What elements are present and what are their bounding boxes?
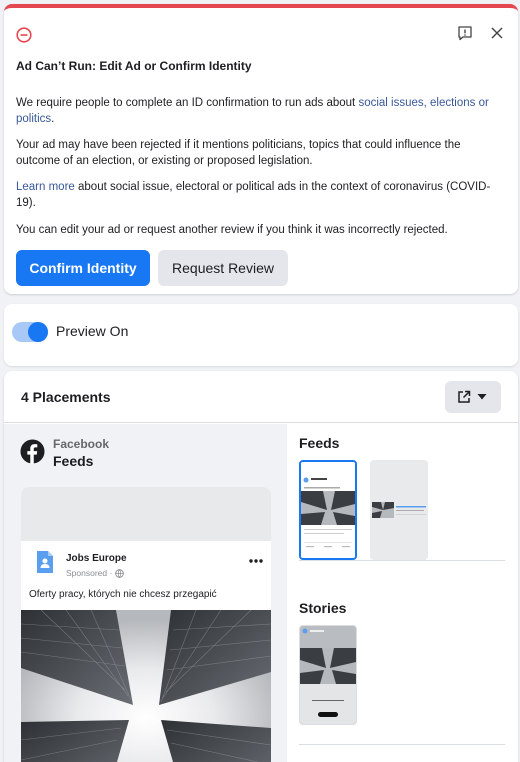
id-requirement-prefix: We require people to complete an ID conf… bbox=[16, 97, 359, 109]
preview-toggle-label: Preview On bbox=[56, 323, 129, 339]
placement-position: Feeds bbox=[53, 453, 94, 469]
chevron-down-icon bbox=[477, 394, 487, 400]
stories-section-label: Stories bbox=[299, 600, 347, 616]
post-page-name: Jobs Europe bbox=[66, 553, 127, 564]
feed-thumbnail-graphic bbox=[301, 462, 355, 558]
stories-divider bbox=[299, 744, 505, 745]
no-entry-icon bbox=[16, 27, 32, 43]
post-text: Oferty pracy, których nie chcesz przegap… bbox=[29, 589, 217, 600]
platform-name: Facebook bbox=[53, 437, 110, 451]
alert-top-bar bbox=[16, 23, 506, 43]
id-requirement-text: We require people to complete an ID conf… bbox=[16, 95, 500, 127]
ad-preview-panel: Facebook Feeds Jobs Europe Sponsored · O… bbox=[4, 424, 287, 762]
covid-info-body: about social issue, electoral or politic… bbox=[16, 181, 491, 209]
learn-more-link[interactable]: Learn more bbox=[16, 181, 75, 193]
placement-selector-panel: Feeds Stories bbox=[287, 424, 518, 762]
sponsored-label: Sponsored · bbox=[66, 568, 113, 578]
feeds-divider bbox=[299, 560, 505, 561]
facebook-icon bbox=[20, 439, 45, 464]
more-options-icon[interactable] bbox=[249, 558, 263, 564]
request-review-button[interactable]: Request Review bbox=[158, 250, 288, 286]
id-requirement-suffix: . bbox=[51, 113, 55, 125]
external-link-icon bbox=[458, 390, 471, 403]
skyscrapers-image bbox=[21, 610, 271, 762]
feed-placement-thumbnail-alt[interactable] bbox=[370, 460, 428, 560]
feed-placement-thumbnail-selected[interactable] bbox=[299, 460, 357, 560]
toggle-knob bbox=[28, 322, 48, 342]
story-thumbnail-graphic bbox=[300, 626, 356, 724]
rejection-reason-text: Your ad may have been rejected if it men… bbox=[16, 139, 461, 167]
phone-top-placeholder bbox=[21, 487, 271, 541]
globe-icon bbox=[115, 568, 125, 578]
close-icon[interactable] bbox=[490, 26, 504, 40]
feed-alt-thumbnail-graphic bbox=[370, 460, 428, 560]
preview-toggle[interactable] bbox=[12, 322, 48, 342]
open-preview-dropdown[interactable] bbox=[445, 381, 501, 413]
placements-title: 4 Placements bbox=[21, 389, 111, 405]
confirm-identity-button[interactable]: Confirm Identity bbox=[16, 250, 150, 286]
post-meta: Sponsored · bbox=[66, 568, 125, 578]
placements-header: 4 Placements bbox=[4, 371, 518, 423]
page-avatar-icon bbox=[37, 551, 53, 573]
edit-or-review-text: You can edit your ad or request another … bbox=[16, 224, 448, 236]
placements-card: 4 Placements Facebook Feeds Jobs Europe … bbox=[4, 371, 518, 762]
feed-ad-preview: Jobs Europe Sponsored · Oferty pracy, kt… bbox=[21, 487, 271, 762]
preview-toggle-row: Preview On bbox=[4, 304, 518, 366]
feeds-section-label: Feeds bbox=[299, 435, 340, 451]
story-placement-thumbnail[interactable] bbox=[299, 625, 357, 725]
covid-info-text: Learn more about social issue, electoral… bbox=[16, 179, 500, 211]
report-icon[interactable] bbox=[457, 25, 473, 41]
alert-title: Ad Can’t Run: Edit Ad or Confirm Identit… bbox=[16, 59, 252, 73]
rejection-alert-card: Ad Can’t Run: Edit Ad or Confirm Identit… bbox=[4, 4, 518, 294]
